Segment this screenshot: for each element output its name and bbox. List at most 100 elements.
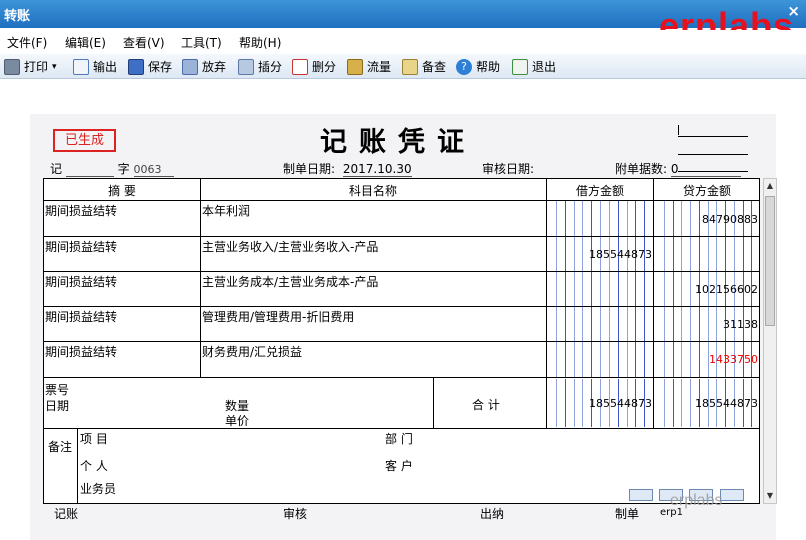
delete-row-label: 删分 [312,60,337,74]
digit-divider [627,201,628,377]
salesman-label: 业务员 [80,482,117,496]
attachment-row: 附单据数: 0 [615,160,741,177]
output-label: 输出 [93,60,118,74]
row-4-credit[interactable]: 31138 [655,318,758,331]
column-header-account: 科目名称 [348,184,397,198]
menu-file[interactable]: 文件(F) [7,34,47,51]
scroll-down-icon[interactable]: ▼ [765,490,775,502]
save-label: 保存 [148,60,173,74]
status-badge: 已生成 [53,129,116,152]
menu-view[interactable]: 查看(V) [123,34,165,51]
exit-label: 退出 [532,60,557,74]
save-icon [128,58,144,75]
scroll-up-icon[interactable]: ▲ [765,180,775,192]
voucher-number-field[interactable]: 0063 [133,163,174,177]
table-view-icon[interactable] [629,489,653,501]
cash-flow-label: 流量 [367,60,392,74]
insert-row-label: 插分 [258,60,283,74]
menu-tools[interactable]: 工具(T) [181,34,222,51]
row-3-credit[interactable]: 102156602 [655,283,758,296]
voucher-type-row: 记 字 0063 [50,160,174,177]
bill-number-label: 票号 [45,383,70,397]
voucher-date-field[interactable]: 2017.10.30 [342,162,412,177]
auditor-label: 审核 [283,507,308,521]
digit-divider [635,201,636,377]
person-label: 个 人 [80,459,108,473]
insert-row-button[interactable]: 插分 [238,57,282,76]
total-credit: 185544873 [695,397,758,410]
scrollbar-thumb[interactable] [765,196,775,326]
voucher-title: 记账凭证 [320,127,476,158]
help-button[interactable]: ? 帮助 [456,57,500,76]
row-2-debit[interactable]: 185544873 [547,248,652,261]
maker-label: 制单 [615,507,640,521]
menu-edit[interactable]: 编辑(E) [65,34,106,51]
attachment-count-field[interactable]: 0 [670,162,741,177]
voucher-date-label: 制单日期: [283,162,336,176]
attachment-label: 附单据数: [615,162,668,176]
discard-icon [182,58,198,75]
help-icon: ? [456,58,472,75]
column-header-summary: 摘 要 [108,184,136,198]
exit-button[interactable]: 退出 [512,57,556,76]
save-button[interactable]: 保存 [128,57,172,76]
discard-button[interactable]: 放弃 [182,57,226,76]
row-1-credit[interactable]: 84790883 [655,213,758,226]
voucher-grid: 摘 要 科目名称 借方金额 贷方金额 期间损益结转 本年利润 84790883 … [43,178,760,504]
toolbar: 打印 ▾ 输出 保存 放弃 插分 删分 流量 备查 ? 帮助 退出 [0,54,806,79]
window-title: 转账 [4,9,31,24]
row-3-account[interactable]: 主营业务成本/主营业务成本-产品 [202,273,378,290]
row-2-account[interactable]: 主营业务收入/主营业务收入-产品 [202,238,378,255]
row-3-summary[interactable]: 期间损益结转 [45,273,117,290]
row-1-account[interactable]: 本年利润 [202,202,250,219]
digit-divider [609,201,610,377]
output-button[interactable]: 输出 [73,57,117,76]
voucher-number-label: 字 [117,162,130,176]
voucher-type-field[interactable] [65,162,114,177]
print-button[interactable]: 打印 ▾ [4,57,57,76]
row-5-account[interactable]: 财务费用/汇兑损益 [202,343,302,360]
department-label: 部 门 [385,432,413,446]
printer-icon [4,58,20,75]
row-4-account[interactable]: 管理费用/管理费用-折旧费用 [202,308,354,325]
cash-flow-icon [347,58,363,75]
row-5-credit[interactable]: 1433750 [655,353,758,366]
voucher-date-row: 制单日期: 2017.10.30 [283,160,412,177]
debit-digit-columns [547,201,653,377]
print-label: 打印 [24,60,49,74]
row-4-summary[interactable]: 期间损益结转 [45,308,117,325]
bill-date-label: 日期 [45,399,70,413]
digit-divider [556,201,557,377]
menu-help[interactable]: 帮助(H) [239,34,281,51]
exit-icon [512,58,528,75]
row-2-summary[interactable]: 期间损益结转 [45,238,117,255]
cashier-label: 出纳 [480,507,505,521]
digit-divider [582,201,583,377]
memo-button[interactable]: 备查 [402,57,446,76]
delete-row-button[interactable]: 删分 [292,57,336,76]
export-icon [73,58,89,75]
dropdown-arrow-icon[interactable]: ▾ [52,62,57,72]
insert-row-icon [238,58,254,75]
menu-bar: 文件(F) 编辑(E) 查看(V) 工具(T) 帮助(H) [0,30,806,54]
memo-icon [402,58,418,75]
row-1-summary[interactable]: 期间损益结转 [45,202,117,219]
discard-label: 放弃 [202,60,227,74]
unit-price-label: 单价 [225,414,250,428]
remark-label: 备注 [48,440,73,454]
digit-divider [618,201,619,377]
maker-name: erp1 [660,507,683,518]
cash-flow-button[interactable]: 流量 [347,57,391,76]
voucher-type-label: 记 [50,162,63,176]
total-debit: 185544873 [589,397,652,410]
digit-divider [600,201,601,377]
audit-date-label: 审核日期: [482,162,535,176]
row-5-summary[interactable]: 期间损益结转 [45,343,117,360]
cancel-view-icon[interactable] [720,489,744,501]
total-label: 合 计 [472,398,500,412]
digit-divider [574,201,575,377]
vertical-scrollbar[interactable]: ▲ ▼ [763,178,777,504]
digit-divider [565,201,566,377]
digit-divider [591,201,592,377]
column-header-credit: 贷方金额 [682,184,731,198]
